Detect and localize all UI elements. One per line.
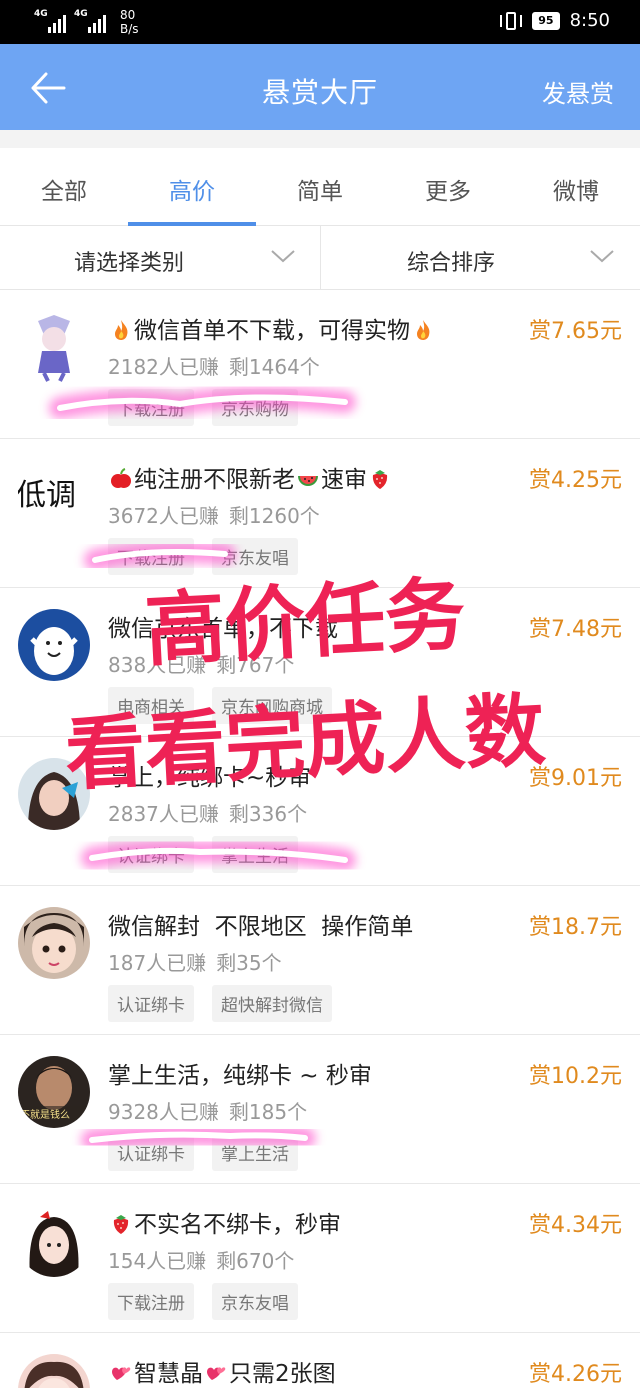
task-tags: 认证绑卡 超快解封微信 — [108, 985, 332, 1022]
vibrate-icon — [500, 11, 523, 31]
task-tag: 京东友唱 — [212, 538, 298, 575]
task-reward: 赏18.7元 — [529, 915, 622, 940]
post-bounty-button[interactable]: 发悬赏 — [542, 74, 614, 109]
task-reward: 赏7.65元 — [529, 319, 622, 344]
avatar — [18, 907, 90, 979]
task-title: 不实名不绑卡，秒审 — [108, 1205, 341, 1239]
avatar — [18, 311, 90, 383]
chevron-down-icon — [271, 250, 295, 263]
task-tags: 电商相关 京东网购商城 — [108, 687, 332, 724]
task-tags: 下载注册 京东友唱 — [108, 538, 298, 575]
task-row[interactable]: 不实名不绑卡，秒审 154人已赚 剩670个 赏4.34元 下载注册 京东友唱 — [0, 1185, 640, 1333]
task-tag: 掌上生活 — [212, 1134, 298, 1171]
task-row[interactable]: 智慧晶 只需2张图 赏4.26元 — [0, 1334, 640, 1388]
task-tag: 认证绑卡 — [108, 836, 194, 873]
task-stats: 838人已赚 剩767个 — [108, 653, 295, 677]
task-tags: 下载注册 京东购物 — [108, 389, 298, 426]
task-tag: 京东网购商城 — [212, 687, 332, 724]
task-tag: 超快解封微信 — [212, 985, 332, 1022]
avatar — [18, 1354, 90, 1388]
task-stats: 154人已赚 剩670个 — [108, 1249, 295, 1273]
task-title: 掌上，纯绑卡~秒审 — [108, 765, 312, 791]
battery-icon: 95 — [532, 11, 560, 30]
task-row[interactable]: 微信解封 不限地区 操作简单 187人已赚 剩35个 赏18.7元 认证绑卡 超快… — [0, 887, 640, 1035]
task-reward: 赏4.34元 — [529, 1213, 622, 1238]
avatar — [18, 609, 90, 681]
task-stats: 2182人已赚 剩1464个 — [108, 355, 320, 379]
task-row[interactable]: 不就是钱么 掌上生活，纯绑卡 ~ 秒审 9328人已赚 剩185个 赏10.2元 … — [0, 1036, 640, 1184]
task-tags: 认证绑卡 掌上生活 — [108, 1134, 298, 1171]
task-reward: 赏7.48元 — [529, 617, 622, 642]
fire-icon — [115, 320, 128, 340]
avatar — [18, 1205, 90, 1277]
task-title: 纯注册不限新老 速审 — [108, 460, 393, 494]
task-tag: 京东购物 — [212, 389, 298, 426]
tab-weibo[interactable]: 微博 — [512, 172, 640, 206]
tab-more[interactable]: 更多 — [384, 172, 512, 206]
task-row[interactable]: 微信首单不下载，可得实物 2182人已赚 剩1464个 赏7.65元 下载注册 京… — [0, 291, 640, 439]
avatar — [18, 758, 90, 830]
tab-all[interactable]: 全部 — [0, 172, 128, 206]
task-stats: 3672人已赚 剩1260个 — [108, 504, 320, 528]
clock: 8:50 — [569, 10, 610, 31]
task-stats: 187人已赚 剩35个 — [108, 951, 282, 975]
task-reward: 赏9.01元 — [529, 766, 622, 791]
signal-icon: 4G — [74, 9, 106, 33]
task-tag: 京东友唱 — [212, 1283, 298, 1320]
network-speed: 80 B/s — [120, 8, 139, 36]
category-select-label: 请选择类别 — [74, 251, 185, 276]
app-header: 悬赏大厅 发悬赏 — [0, 44, 640, 130]
task-tag: 下载注册 — [108, 538, 194, 575]
task-title: 智慧晶 只需2张图 — [108, 1354, 336, 1388]
hearts-icon — [112, 1367, 131, 1380]
strawberry-icon — [372, 470, 388, 489]
filter-bar: 请选择类别 综合排序 — [0, 226, 640, 290]
apple-icon — [111, 468, 131, 488]
task-title: 微信京东首单，不下载 — [108, 616, 338, 642]
watermelon-icon — [298, 476, 318, 486]
task-tag: 下载注册 — [108, 1283, 194, 1320]
category-select[interactable]: 请选择类别 — [0, 226, 320, 290]
task-tag: 掌上生活 — [212, 836, 298, 873]
task-tag: 认证绑卡 — [108, 1134, 194, 1171]
avatar: 不就是钱么 — [18, 1056, 90, 1128]
task-reward: 赏4.25元 — [529, 468, 622, 493]
divider — [0, 130, 640, 148]
tab-bar: 全部 高价 简单 更多 微博 — [0, 148, 640, 226]
sort-select-label: 综合排序 — [407, 251, 496, 276]
task-stats: 9328人已赚 剩185个 — [108, 1100, 308, 1124]
task-tag: 电商相关 — [108, 687, 194, 724]
task-reward: 赏4.26元 — [529, 1362, 622, 1387]
task-tags: 下载注册 京东友唱 — [108, 1283, 298, 1320]
chevron-down-icon — [590, 250, 614, 263]
task-tags: 认证绑卡 掌上生活 — [108, 836, 298, 873]
strawberry-icon — [113, 1215, 129, 1234]
tab-simple[interactable]: 简单 — [256, 172, 384, 206]
task-title: 微信首单不下载，可得实物 — [108, 311, 436, 345]
status-bar: 4G 4G 80 B/s 95 8:50 — [0, 0, 640, 44]
task-tag: 认证绑卡 — [108, 985, 194, 1022]
task-stats: 2837人已赚 剩336个 — [108, 802, 308, 826]
task-row[interactable]: 掌上，纯绑卡~秒审 2837人已赚 剩336个 赏9.01元 认证绑卡 掌上生活 — [0, 738, 640, 886]
task-title: 掌上生活，纯绑卡 ~ 秒审 — [108, 1063, 372, 1089]
fire-icon — [417, 320, 430, 340]
task-row[interactable]: 微信京东首单，不下载 838人已赚 剩767个 赏7.48元 电商相关 京东网购商… — [0, 589, 640, 737]
task-reward: 赏10.2元 — [529, 1064, 622, 1089]
sort-select[interactable]: 综合排序 — [320, 226, 640, 290]
hearts-icon — [207, 1367, 226, 1380]
task-tag: 下载注册 — [108, 389, 194, 426]
signal-icon: 4G — [34, 9, 66, 33]
tab-high-price[interactable]: 高价 — [128, 172, 256, 206]
task-row[interactable]: 低调 纯注册不限新老 速审 3672人已赚 剩1260个 赏4.25元 下载注册 京… — [0, 440, 640, 588]
task-title: 微信解封 不限地区 操作简单 — [108, 914, 414, 940]
avatar: 低调 — [18, 460, 90, 532]
